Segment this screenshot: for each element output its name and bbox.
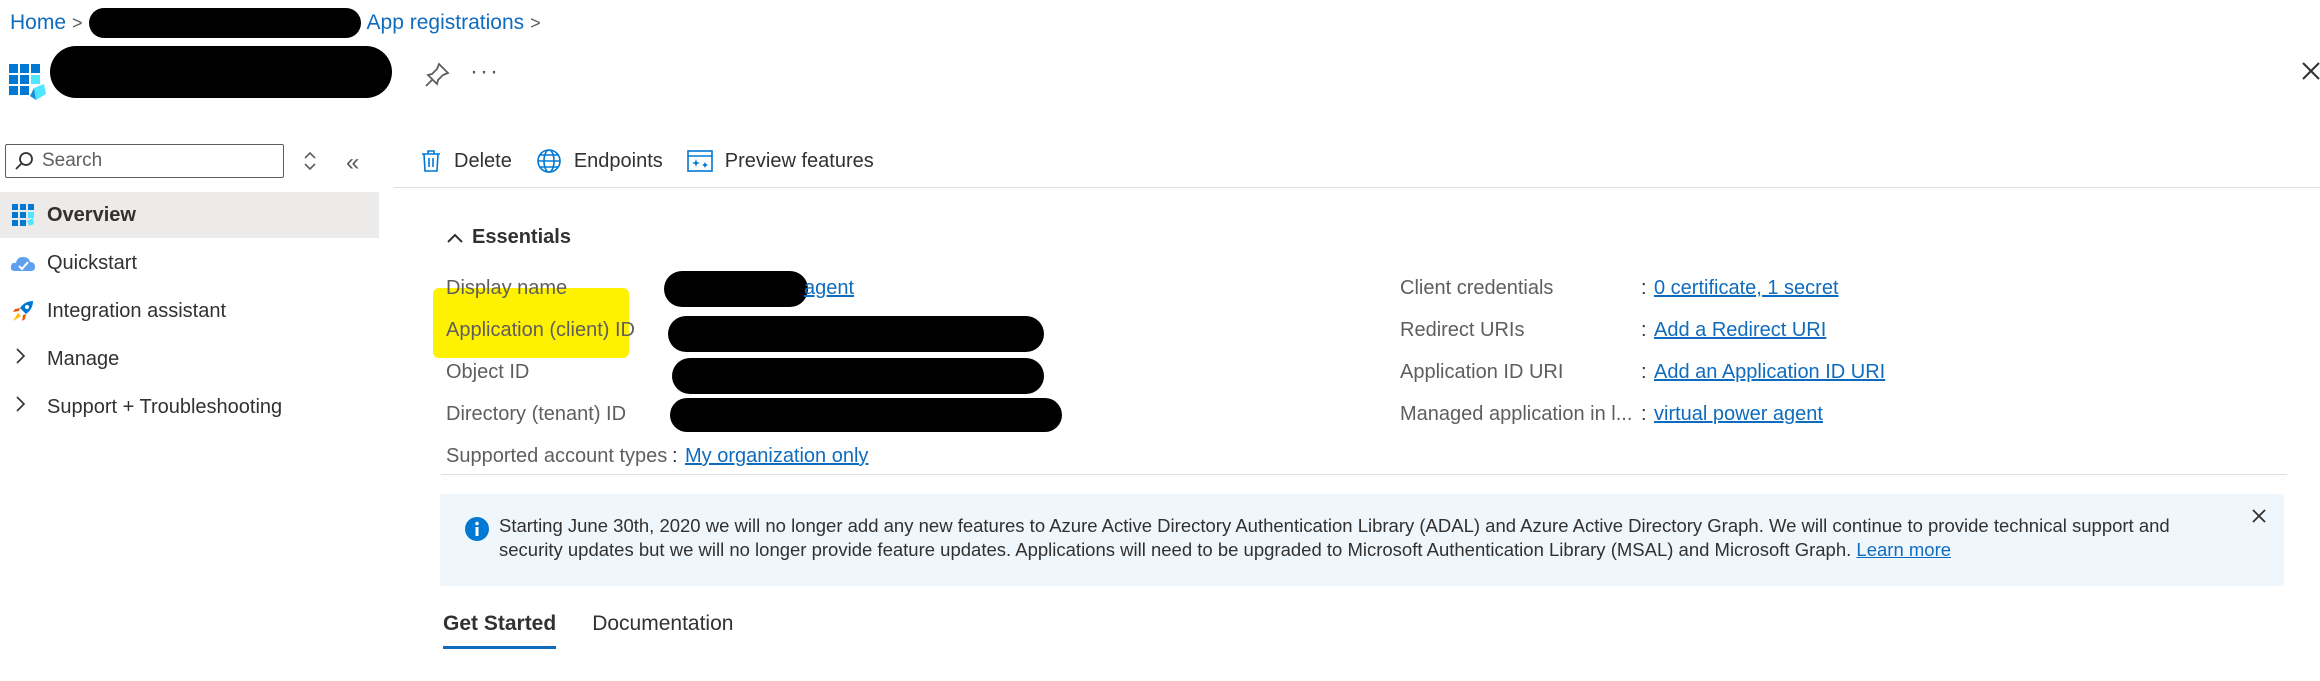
add-application-id-uri-link[interactable]: Add an Application ID URI xyxy=(1654,361,1885,384)
essentials-colon: : xyxy=(1641,277,1647,299)
sort-icon[interactable] xyxy=(302,150,318,177)
chevron-right-icon xyxy=(14,347,34,371)
essentials-label-tenant-id: Directory (tenant) ID xyxy=(446,403,627,425)
trash-icon xyxy=(422,150,440,172)
redacted-object-id xyxy=(672,358,1044,394)
breadcrumb-separator: > xyxy=(530,12,541,33)
sidebar-item-label: Manage xyxy=(47,347,120,370)
essentials-title: Essentials xyxy=(472,226,571,248)
tab-bar: Get Started Documentation xyxy=(443,612,769,649)
sidebar-item-overview[interactable]: Overview xyxy=(0,192,379,238)
dismiss-banner-icon[interactable] xyxy=(2250,507,2268,525)
sidebar-item-quickstart[interactable]: Quickstart xyxy=(0,240,379,286)
sidebar-item-label: Integration assistant xyxy=(47,299,226,322)
display-name-value-link[interactable]: agent xyxy=(804,277,854,300)
collapse-sidebar-icon[interactable]: « xyxy=(346,149,359,177)
quickstart-cloud-icon xyxy=(10,250,36,276)
close-icon[interactable] xyxy=(2300,60,2320,82)
preview-features-icon xyxy=(686,150,713,172)
breadcrumb-separator: > xyxy=(72,12,83,33)
essentials-divider xyxy=(441,474,2287,475)
preview-features-button[interactable]: Preview features xyxy=(686,149,874,173)
learn-more-link[interactable]: Learn more xyxy=(1856,539,1951,560)
redacted-app-title xyxy=(50,46,392,98)
redacted-breadcrumb xyxy=(88,8,361,38)
breadcrumb: Home > App registrations > xyxy=(10,8,547,38)
tab-get-started[interactable]: Get Started xyxy=(443,612,557,649)
redacted-tenant-id xyxy=(670,398,1062,432)
chevron-up-icon xyxy=(447,233,463,243)
overview-grid-icon xyxy=(10,202,36,228)
supported-account-types-link[interactable]: My organization only xyxy=(685,445,868,468)
search-icon xyxy=(15,152,33,170)
tab-documentation[interactable]: Documentation xyxy=(592,612,733,649)
essentials-toggle[interactable]: Essentials xyxy=(446,226,571,249)
essentials-label-client-credentials: Client credentials xyxy=(1400,277,1554,299)
essentials-label-client-id: Application (client) ID xyxy=(446,319,635,341)
sidebar-item-support-troubleshooting[interactable]: Support + Troubleshooting xyxy=(0,384,379,430)
endpoints-label: Endpoints xyxy=(573,149,663,172)
command-bar: Delete Endpoints Preview features xyxy=(420,144,898,178)
essentials-label-supported-account-types: Supported account types xyxy=(446,445,668,467)
redacted-display-name xyxy=(664,271,808,307)
sidebar-item-label: Overview xyxy=(47,203,136,226)
essentials-label-display-name: Display name xyxy=(446,277,568,299)
essentials-colon: : xyxy=(1641,319,1647,341)
app-registration-icon xyxy=(8,60,48,104)
breadcrumb-home-link[interactable]: Home xyxy=(10,11,66,35)
sidebar-item-integration-assistant[interactable]: Integration assistant xyxy=(0,288,379,334)
globe-icon xyxy=(537,149,561,173)
sidebar-search[interactable] xyxy=(5,144,284,178)
info-banner-message: Starting June 30th, 2020 we will no long… xyxy=(499,514,2229,562)
breadcrumb-app-registrations-link[interactable]: App registrations xyxy=(367,11,525,35)
command-bar-divider xyxy=(394,187,2320,188)
managed-application-link[interactable]: virtual power agent xyxy=(1654,403,1823,426)
essentials-label-object-id: Object ID xyxy=(446,361,530,383)
essentials-colon: : xyxy=(1641,403,1647,425)
more-options-icon[interactable]: ··· xyxy=(470,58,500,86)
add-redirect-uri-link[interactable]: Add a Redirect URI xyxy=(1654,319,1826,342)
preview-features-label: Preview features xyxy=(724,149,874,172)
info-icon xyxy=(464,516,490,542)
pin-icon[interactable] xyxy=(422,60,452,90)
essentials-label-redirect-uris: Redirect URIs xyxy=(1400,319,1525,341)
rocket-icon xyxy=(10,298,36,324)
delete-label: Delete xyxy=(454,149,512,172)
essentials-colon: : xyxy=(672,445,678,467)
essentials-label-managed-application: Managed application in l... xyxy=(1400,403,1633,425)
sidebar-item-label: Quickstart xyxy=(47,251,138,274)
delete-button[interactable]: Delete xyxy=(420,149,512,173)
essentials-label-application-id-uri: Application ID URI xyxy=(1400,361,1564,383)
search-input[interactable] xyxy=(40,149,274,173)
essentials-colon: : xyxy=(1641,361,1647,383)
redacted-client-id xyxy=(668,316,1044,352)
client-credentials-link[interactable]: 0 certificate, 1 secret xyxy=(1654,277,1839,300)
chevron-right-icon xyxy=(14,395,34,419)
sidebar-item-manage[interactable]: Manage xyxy=(0,336,379,382)
sidebar-item-label: Support + Troubleshooting xyxy=(47,395,283,418)
endpoints-button[interactable]: Endpoints xyxy=(536,148,663,174)
